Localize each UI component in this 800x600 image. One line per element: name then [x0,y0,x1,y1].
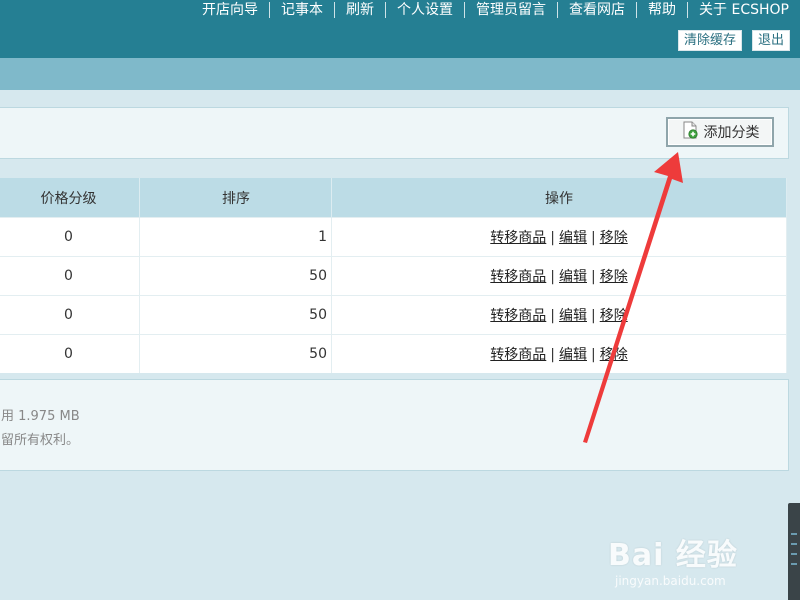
table-row: 0 50 转移商品 | 编辑 | 移除 [0,295,787,335]
nav-view-store[interactable]: 查看网店 [558,2,636,18]
action-separator: | [550,230,555,246]
edit-link[interactable]: 编辑 [559,308,587,324]
nav-help[interactable]: 帮助 [637,2,687,18]
widget-bar [791,553,797,555]
cell-price-grade: 0 [0,256,140,296]
table-header-row: 价格分级 排序 操作 [0,178,787,218]
table-row: 0 50 转移商品 | 编辑 | 移除 [0,334,787,373]
cell-sort[interactable]: 50 [139,334,332,373]
action-separator: | [591,230,596,246]
action-panel: 添加分类 [0,107,789,159]
col-price-grade[interactable]: 价格分级 [0,178,140,218]
footer-panel: 用 1.975 MB 留所有权利。 [0,379,789,471]
transfer-goods-link[interactable]: 转移商品 [490,269,546,285]
table-row: 0 50 转移商品 | 编辑 | 移除 [0,256,787,296]
sub-header-bar [0,58,800,90]
footer-memory-usage: 用 1.975 MB [1,409,80,424]
side-toolbar-widget[interactable] [788,503,800,600]
top-nav: 开店向导 记事本 刷新 个人设置 管理员留言 查看网店 帮助 关于 ECSHOP [191,0,800,20]
clear-cache-button[interactable]: 清除缓存 [677,30,742,51]
action-separator: | [550,347,555,363]
top-header: 开店向导 记事本 刷新 个人设置 管理员留言 查看网店 帮助 关于 ECSHOP… [0,0,800,58]
action-separator: | [550,308,555,324]
remove-link[interactable]: 移除 [600,347,628,363]
widget-bar [791,563,797,565]
remove-link[interactable]: 移除 [600,269,628,285]
widget-bar [791,533,797,535]
transfer-goods-link[interactable]: 转移商品 [490,230,546,246]
baidu-jingyan-watermark: Bai 经验 [608,538,738,573]
action-separator: | [591,308,596,324]
cell-actions: 转移商品 | 编辑 | 移除 [331,334,787,373]
remove-link[interactable]: 移除 [600,230,628,246]
cell-actions: 转移商品 | 编辑 | 移除 [331,217,787,257]
remove-link[interactable]: 移除 [600,308,628,324]
nav-personal-settings[interactable]: 个人设置 [386,2,464,18]
footer-copyright: 留所有权利。 [1,433,80,448]
cell-price-grade: 0 [0,334,140,373]
nav-admin-messages[interactable]: 管理员留言 [465,2,557,18]
action-separator: | [591,347,596,363]
watermark-url: jingyan.baidu.com [615,574,726,588]
cell-sort[interactable]: 1 [139,217,332,257]
widget-bar [791,543,797,545]
nav-refresh[interactable]: 刷新 [335,2,385,18]
edit-link[interactable]: 编辑 [559,230,587,246]
edit-link[interactable]: 编辑 [559,347,587,363]
col-actions: 操作 [331,178,787,218]
cell-actions: 转移商品 | 编辑 | 移除 [331,256,787,296]
col-sort[interactable]: 排序 [139,178,332,218]
transfer-goods-link[interactable]: 转移商品 [490,347,546,363]
action-separator: | [550,269,555,285]
cell-price-grade: 0 [0,217,140,257]
table-row: 0 1 转移商品 | 编辑 | 移除 [0,217,787,257]
add-category-button[interactable]: 添加分类 [666,117,774,147]
transfer-goods-link[interactable]: 转移商品 [490,308,546,324]
cell-sort[interactable]: 50 [139,256,332,296]
logout-button[interactable]: 退出 [751,30,790,51]
cell-sort[interactable]: 50 [139,295,332,335]
header-actions: 清除缓存 退出 [677,30,790,51]
action-separator: | [591,269,596,285]
add-category-label: 添加分类 [703,125,760,141]
cell-price-grade: 0 [0,295,140,335]
nav-notepad[interactable]: 记事本 [270,2,334,18]
category-table: 价格分级 排序 操作 0 1 转移商品 | 编辑 | 移除 0 50 转移商品 | 编辑 | 移… [0,178,787,373]
add-category-icon [681,121,699,143]
nav-setup-wizard[interactable]: 开店向导 [191,2,269,18]
edit-link[interactable]: 编辑 [559,269,587,285]
cell-actions: 转移商品 | 编辑 | 移除 [331,295,787,335]
nav-about-ecshop[interactable]: 关于 ECSHOP [688,2,800,18]
